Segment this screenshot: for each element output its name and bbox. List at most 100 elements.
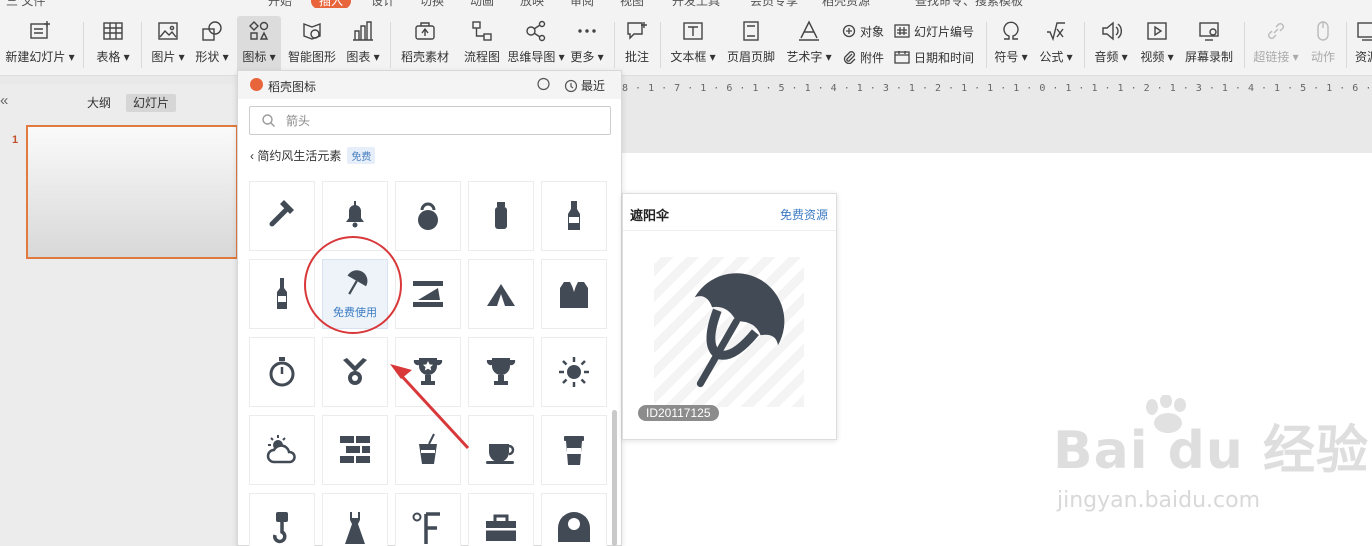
- menu-review[interactable]: 审阅: [570, 0, 594, 8]
- comment-button[interactable]: 批注: [620, 18, 654, 74]
- menu-design[interactable]: 设计: [371, 0, 395, 8]
- table-label: 表格: [96, 50, 121, 64]
- water-bottle-icon: [495, 202, 507, 229]
- menu-transition[interactable]: 切换: [420, 0, 444, 8]
- icon-preview-card: 遮阳伞 免费资源 ID20117125: [622, 193, 837, 440]
- icon-tile-stopwatch[interactable]: [249, 337, 315, 407]
- menu-search[interactable]: 查找命令、搜索模板: [915, 0, 1023, 8]
- docer-material-button[interactable]: 稻壳素材: [398, 18, 452, 74]
- menu-slideshow[interactable]: 放映: [520, 0, 544, 8]
- object-label: 对象: [860, 24, 885, 39]
- chart-button[interactable]: 图表 ▾: [343, 18, 383, 74]
- menu-animation[interactable]: 动画: [470, 0, 494, 8]
- chevron-left-icon[interactable]: ‹: [250, 149, 257, 163]
- icon-tile-fahrenheit[interactable]: [395, 493, 461, 546]
- annotation-arrow: [390, 364, 470, 450]
- textbox-button[interactable]: 文本框 ▾: [668, 18, 718, 74]
- mindmap-button[interactable]: 思维导图 ▾: [507, 18, 565, 74]
- speaker-icon: [1098, 18, 1124, 44]
- more-button[interactable]: 更多 ▾: [567, 18, 607, 74]
- chat-icon[interactable]: [536, 77, 551, 95]
- symbol-button[interactable]: 符号 ▾: [992, 18, 1030, 74]
- ruler-zigzag-icon: [413, 281, 443, 307]
- menu-developer[interactable]: 开发工具: [672, 0, 720, 8]
- action-button[interactable]: 动作: [1306, 18, 1340, 74]
- menu-insert[interactable]: 插入: [311, 0, 352, 8]
- flowchart-label: 流程图: [463, 50, 500, 64]
- icon-tile-hook[interactable]: [249, 493, 315, 546]
- video-label: 视频: [1140, 50, 1165, 64]
- formula-button[interactable]: 公式 ▾: [1036, 18, 1076, 74]
- icon-tile-medal[interactable]: [322, 337, 388, 407]
- icon-tile-water-bottle[interactable]: [468, 181, 534, 251]
- icon-tile-ruler-zigzag[interactable]: [395, 259, 461, 329]
- icon-tile-bricks[interactable]: [322, 415, 388, 485]
- baidu-watermark-url: jingyan.baidu.com: [1057, 488, 1261, 513]
- ribbon-insert: 新建幻灯片 ▾ 表格 ▾ 图片 ▾ 形状 ▾ 图标 ▾ 智能图形 图表 ▾ 稻壳…: [0, 8, 1372, 76]
- icons-grid-icon: [246, 18, 272, 44]
- smartart-button[interactable]: 智能图形: [285, 18, 339, 74]
- menu-file[interactable]: 三 文件: [6, 0, 45, 8]
- shape-button[interactable]: 形状 ▾: [192, 18, 232, 74]
- collapse-panel-icon[interactable]: «: [0, 92, 8, 109]
- tab-outline[interactable]: 大纲: [80, 94, 118, 112]
- screen-record-button[interactable]: 屏幕录制: [1182, 18, 1236, 74]
- datetime-button[interactable]: 日期和时间: [894, 46, 974, 68]
- audio-button[interactable]: 音频 ▾: [1092, 18, 1130, 74]
- icon-search-input[interactable]: [286, 112, 586, 130]
- horizontal-ruler[interactable]: 8 · 1 · 7 · 1 · 6 · 1 · 5 · 1 · 4 · 1 · …: [622, 83, 1372, 101]
- menu-home[interactable]: 开始: [268, 0, 292, 8]
- hyperlink-button[interactable]: 超链接 ▾: [1252, 18, 1300, 74]
- recent-button[interactable]: 最近: [564, 77, 605, 94]
- slide-number-label: 幻灯片编号: [914, 24, 975, 39]
- header-footer-button[interactable]: 页眉页脚: [725, 18, 777, 74]
- icon-tile-toolbox[interactable]: [468, 493, 534, 546]
- icon-tile-beer-bottle[interactable]: [541, 181, 607, 251]
- wordart-button[interactable]: 艺术字 ▾: [784, 18, 834, 74]
- bricks-icon: [340, 436, 370, 463]
- new-slide-button[interactable]: 新建幻灯片 ▾: [4, 18, 76, 74]
- icon-tile-hammer[interactable]: [249, 181, 315, 251]
- table-icon: [100, 18, 126, 44]
- icon-panel-header: 稻壳图标 最近: [238, 71, 621, 99]
- icon-library-panel: 稻壳图标 最近 ‹ 简约风生活元素 免费 免费使用: [237, 70, 622, 546]
- object-button[interactable]: 对象: [842, 20, 884, 42]
- breadcrumb[interactable]: ‹ 简约风生活元素 免费: [250, 147, 376, 164]
- icon-tile-tent[interactable]: [468, 259, 534, 329]
- icon-tile-sun[interactable]: [541, 337, 607, 407]
- attachment-button[interactable]: 附件: [842, 46, 884, 68]
- slide-thumbnail[interactable]: [26, 125, 238, 259]
- video-button[interactable]: 视频 ▾: [1138, 18, 1176, 74]
- docer-material-label: 稻壳素材: [400, 50, 449, 64]
- icon-tile-sun-cloud[interactable]: [249, 415, 315, 485]
- icon-search-box[interactable]: [249, 106, 611, 135]
- icon-tile-kettlebell[interactable]: [395, 181, 461, 251]
- panel-scrollbar[interactable]: [612, 410, 617, 546]
- menu-view[interactable]: 视图: [620, 0, 644, 8]
- tab-slides[interactable]: 幻灯片: [126, 94, 177, 112]
- icon-button[interactable]: 图标 ▾: [237, 16, 281, 74]
- calendar-icon: [894, 51, 910, 64]
- icon-tile-bib[interactable]: [541, 493, 607, 546]
- smartart-label: 智能图形: [287, 50, 336, 64]
- flowchart-button[interactable]: 流程图: [459, 18, 505, 74]
- resource-label: 资源: [1354, 50, 1372, 64]
- icon-panel-title: 稻壳图标: [268, 80, 317, 94]
- action-label: 动作: [1310, 50, 1335, 64]
- icon-tile-dress[interactable]: [322, 493, 388, 546]
- icon-tile-takeaway-cup[interactable]: [541, 415, 607, 485]
- icon-tile-suit[interactable]: [541, 259, 607, 329]
- smartart-icon: [299, 18, 325, 44]
- takeaway-cup-icon: [564, 436, 584, 465]
- resource-button[interactable]: 资源: [1352, 18, 1372, 74]
- wordart-icon: [796, 18, 822, 44]
- slide-number-button[interactable]: 幻灯片编号: [894, 20, 974, 42]
- image-button[interactable]: 图片 ▾: [148, 18, 188, 74]
- bell-icon: [346, 201, 364, 228]
- menu-member[interactable]: 会员专享: [750, 0, 798, 8]
- menu-docer[interactable]: 稻壳资源: [822, 0, 870, 8]
- wine-bottle-icon: [277, 278, 287, 309]
- table-button[interactable]: 表格 ▾: [92, 18, 134, 74]
- comment-icon: [624, 18, 650, 44]
- free-resource-link[interactable]: 免费资源: [780, 206, 828, 223]
